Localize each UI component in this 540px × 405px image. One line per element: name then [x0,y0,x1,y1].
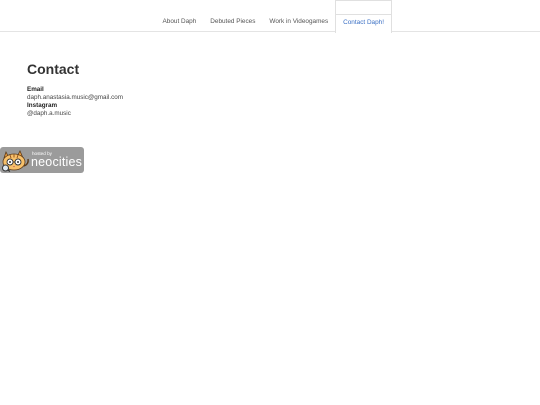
badge-big-text: neocities [31,155,83,169]
nav-item-label: Work in Videogames [269,18,329,25]
nav-item-label: Debuted Pieces [210,18,256,25]
email-value: daph.anastasia.music@gmail.com [27,94,123,101]
instagram-value: @daph.a.music [27,110,71,117]
nav-item-label: About Daph [162,18,197,25]
nav-item-debuted-pieces[interactable]: Debuted Pieces [203,0,262,32]
nav-item-about[interactable]: About Daph [156,0,204,32]
nav-item-label: Contact Daph! [343,19,384,26]
nav-item-contact[interactable]: Contact Daph! [335,0,392,33]
hosted-by-neocities-badge[interactable]: hosted by neocities [0,147,84,173]
main-content: Contact Email daph.anastasia.music@gmail… [27,60,123,118]
neocities-cat-icon [2,150,29,172]
email-label: Email [27,86,44,93]
top-navigation: About Daph Debuted Pieces Work in Videog… [0,0,540,33]
nav-item-videogames[interactable]: Work in Videogames [262,0,335,32]
page-title: Contact [27,61,80,77]
nav-tabs: About Daph Debuted Pieces Work in Videog… [156,0,392,33]
instagram-label: Instagram [27,102,58,109]
